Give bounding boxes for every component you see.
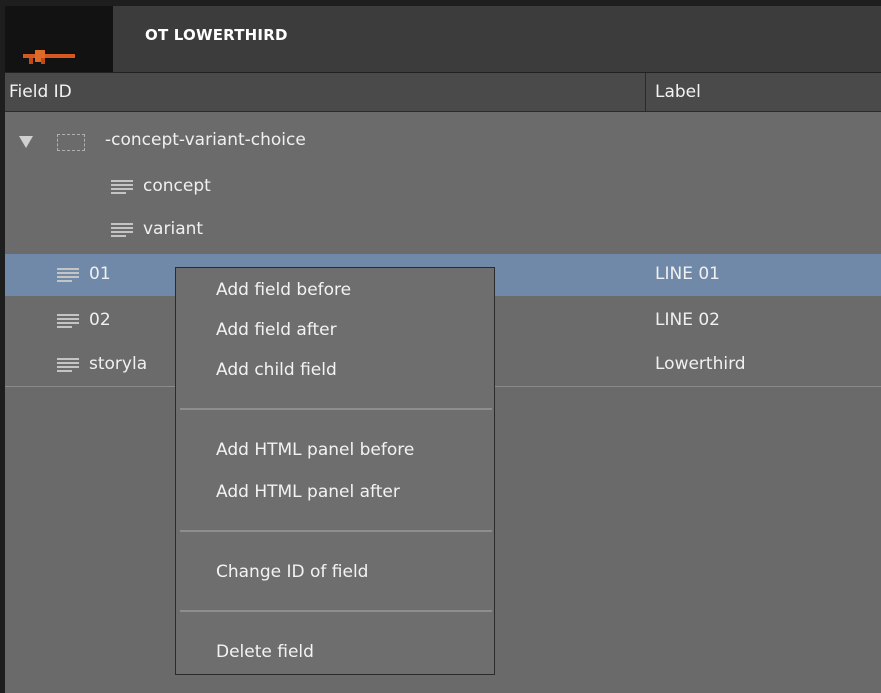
menu-separator (180, 530, 492, 532)
template-title: OT LOWERTHIRD (145, 26, 288, 44)
field-id: 01 (89, 264, 111, 284)
column-field-id[interactable]: Field ID (9, 82, 72, 102)
text-field-icon (57, 314, 79, 330)
menu-item-change-id[interactable]: Change ID of field (216, 562, 368, 582)
folder-icon (57, 134, 85, 151)
column-label[interactable]: Label (655, 82, 701, 102)
menu-item-add-html-panel-after[interactable]: Add HTML panel after (216, 482, 400, 502)
logo-icon (5, 6, 113, 72)
field-label: LINE 01 (655, 264, 720, 284)
menu-item-add-field-before[interactable]: Add field before (216, 280, 351, 300)
menu-item-add-field-after[interactable]: Add field after (216, 320, 337, 340)
tree-row-group[interactable]: -concept-variant-choice (5, 120, 881, 162)
field-id: concept (143, 176, 211, 196)
column-header: Field ID Label (5, 72, 881, 112)
column-divider[interactable] (645, 73, 646, 112)
field-id: -concept-variant-choice (105, 130, 306, 150)
field-id: storyla (89, 354, 148, 374)
menu-item-delete-field[interactable]: Delete field (216, 642, 314, 662)
menu-separator (180, 408, 492, 410)
menu-item-add-html-panel-before[interactable]: Add HTML panel before (216, 440, 414, 460)
tree-row-child[interactable]: concept (5, 166, 881, 208)
template-editor-window: OT LOWERTHIRD Field ID Label -concept-va… (0, 0, 881, 693)
text-field-icon (57, 358, 79, 374)
field-label: LINE 02 (655, 310, 720, 330)
expand-triangle-icon[interactable] (19, 136, 33, 148)
text-field-icon (111, 180, 133, 196)
field-label: Lowerthird (655, 354, 746, 374)
tree-row-child[interactable]: variant (5, 209, 881, 251)
menu-item-add-child-field[interactable]: Add child field (216, 360, 337, 380)
title-bar: OT LOWERTHIRD (5, 6, 881, 72)
field-id: 02 (89, 310, 111, 330)
field-id: variant (143, 219, 204, 239)
text-field-icon (111, 223, 133, 239)
text-field-icon (57, 268, 79, 284)
menu-separator (180, 610, 492, 612)
context-menu: Add field before Add field after Add chi… (175, 267, 495, 675)
